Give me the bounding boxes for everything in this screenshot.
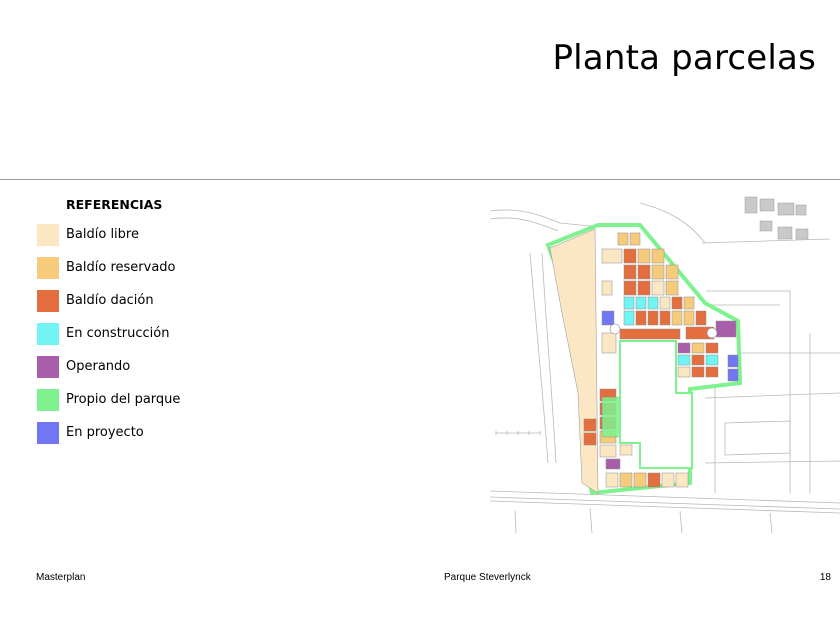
page-number: 18: [819, 572, 831, 583]
legend-swatch-propio-del-parque: [37, 388, 59, 411]
legend-swatch-en-proyecto: [37, 421, 59, 444]
legend-swatch-en-construccion: [37, 322, 59, 345]
legend-heading: REFERENCIAS: [66, 197, 163, 212]
legend-item-propio-del-parque: Propio del parque: [37, 388, 180, 411]
legend-label: Operando: [66, 359, 131, 374]
legend-item-baldio-libre: Baldío libre: [37, 223, 139, 246]
legend-swatch-baldio-libre: [37, 223, 59, 246]
legend-item-operando: Operando: [37, 355, 130, 378]
legend-item-en-proyecto: En proyecto: [37, 421, 144, 444]
legend-item-en-construccion: En construcción: [37, 322, 169, 345]
header-divider: [0, 179, 840, 180]
legend-label: Baldío reservado: [66, 260, 176, 275]
footer-project-name: Parque Steverlynck: [444, 572, 531, 583]
legend-swatch-operando: [37, 355, 59, 378]
legend-label: Baldío dación: [66, 293, 154, 308]
legend-label: Baldío libre: [66, 227, 139, 242]
page-title: Planta parcelas: [552, 38, 816, 78]
legend-label: Propio del parque: [66, 392, 181, 407]
legend-item-baldio-reservado: Baldío reservado: [37, 256, 175, 279]
legend-label: En construcción: [66, 326, 170, 341]
legend-item-baldio-dacion: Baldío dación: [37, 289, 154, 312]
legend-label: En proyecto: [66, 425, 144, 440]
legend-swatch-baldio-dacion: [37, 289, 59, 312]
footer-section-label: Masterplan: [36, 572, 86, 583]
legend-swatch-baldio-reservado: [37, 256, 59, 279]
site-plan-map: [490, 196, 840, 533]
